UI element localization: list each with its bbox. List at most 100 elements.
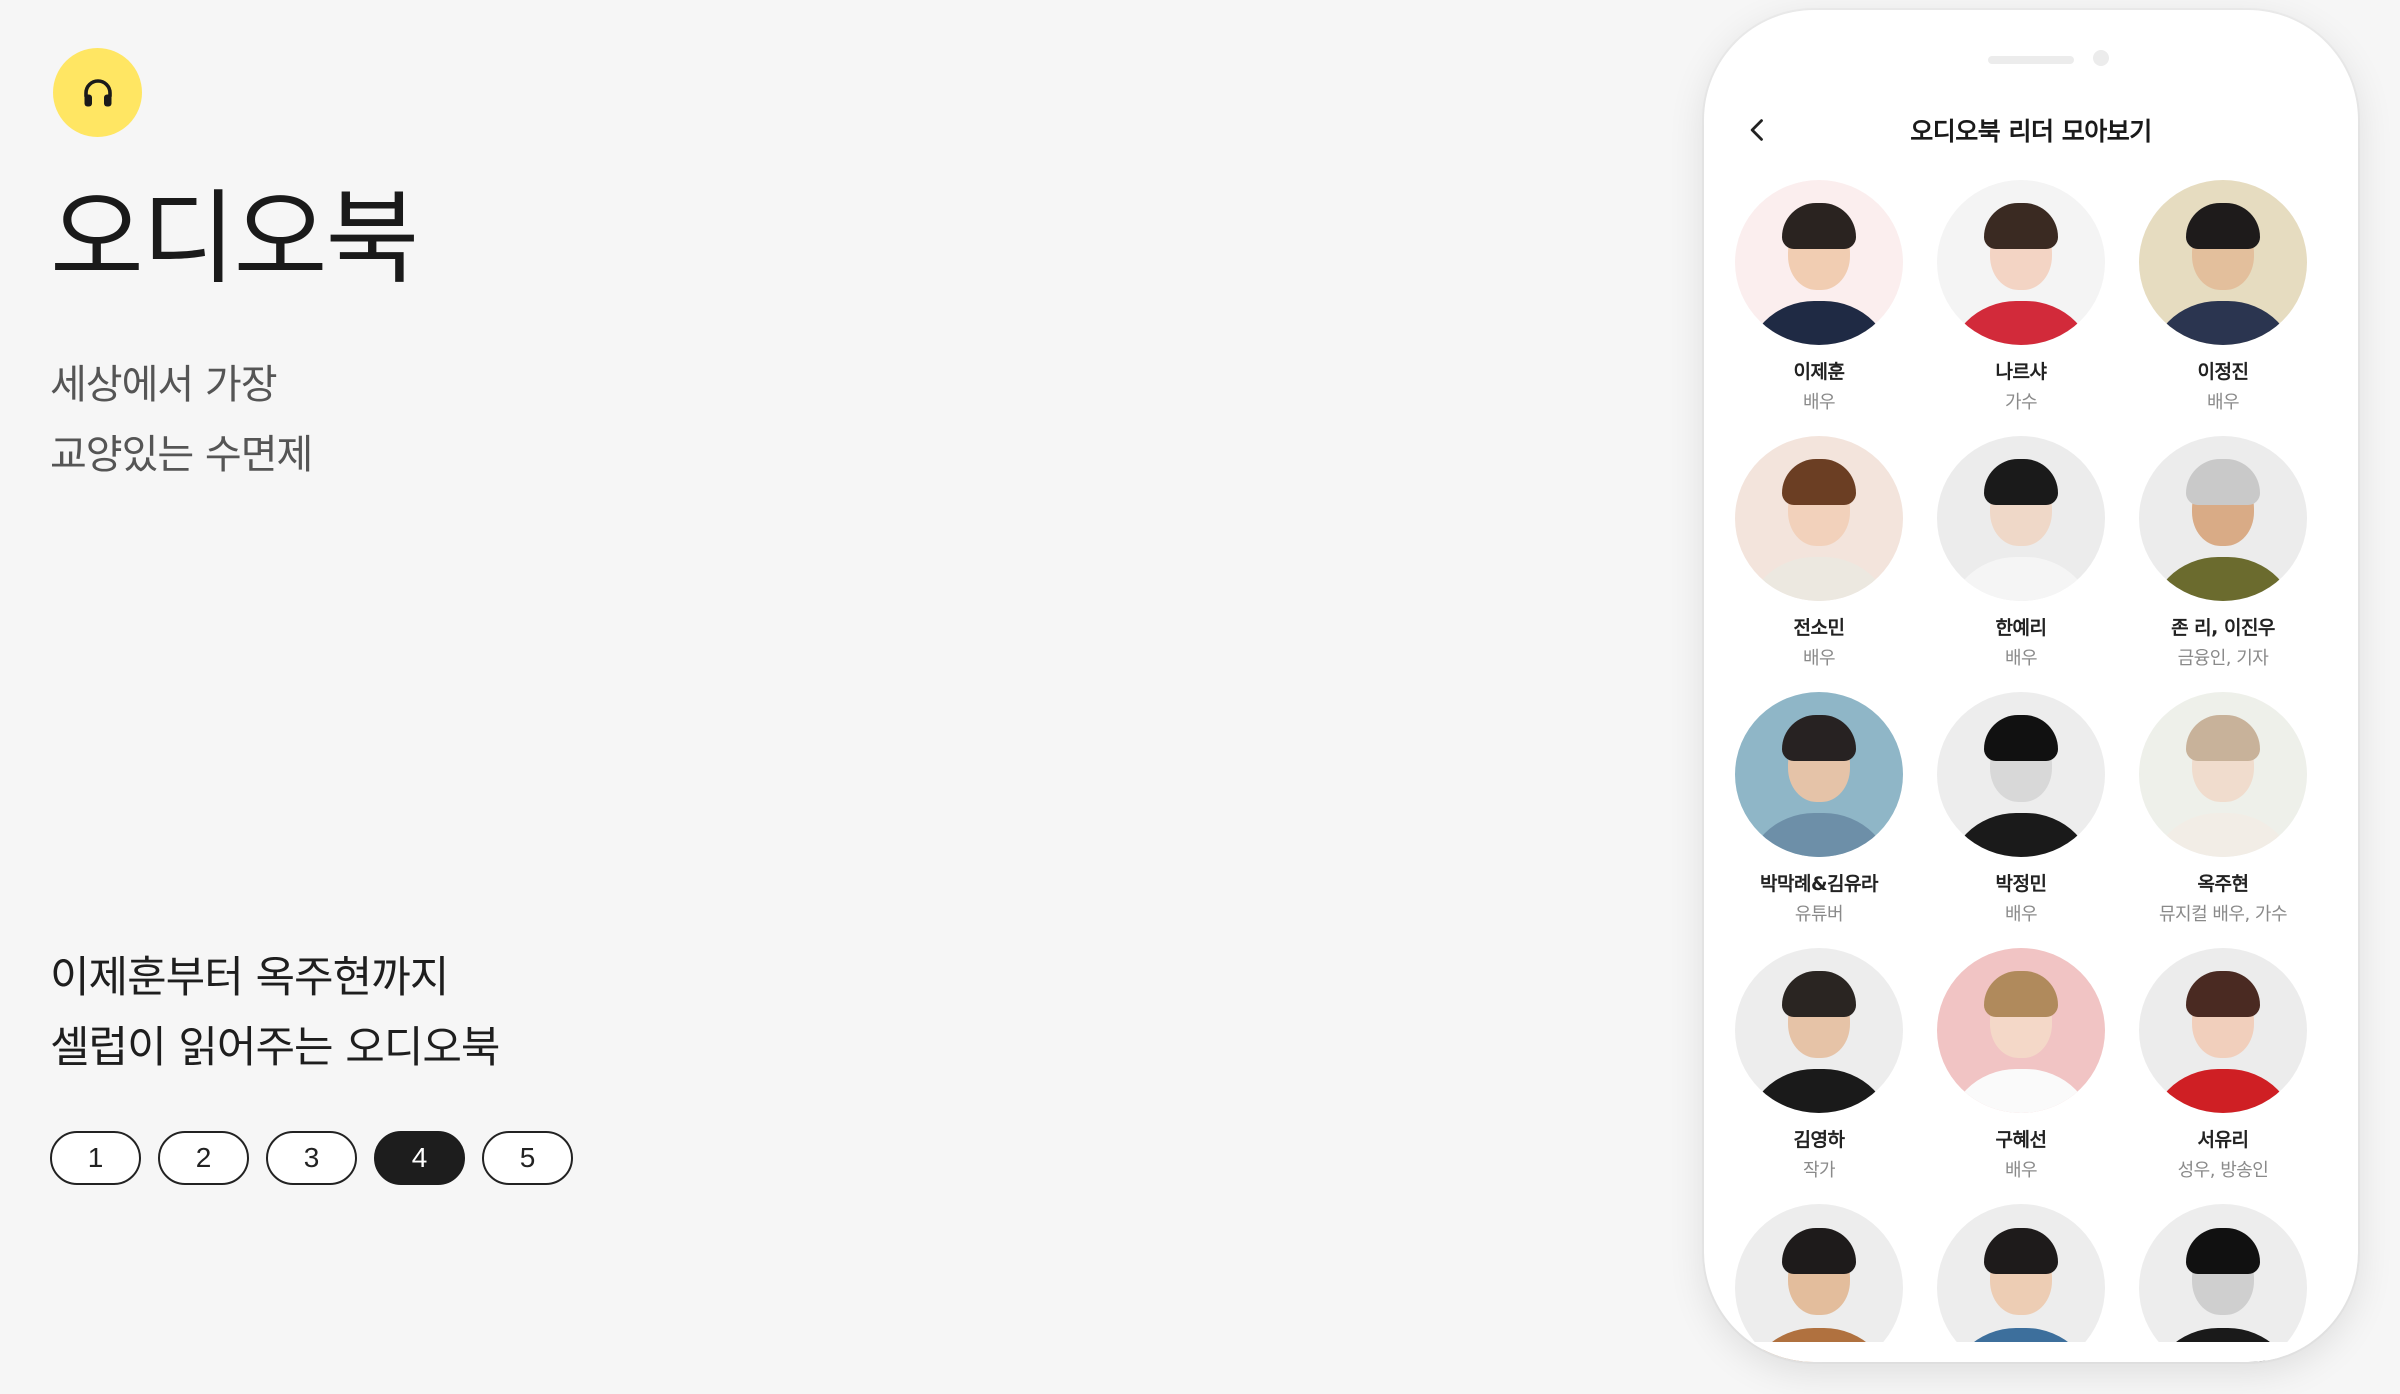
promo-text: 이제훈부터 옥주현까지 셀럽이 읽어주는 오디오북 (50, 943, 500, 1083)
reader-name: 옥주현 (2197, 873, 2249, 895)
avatar-body-shape (1744, 557, 1894, 601)
reader-avatar (1735, 180, 1903, 345)
avatar-body-shape (1744, 813, 1894, 857)
reader-name: 박막례&김유라 (1760, 873, 1878, 895)
phone-title: 오디오북 리더 모아보기 (1910, 117, 2152, 146)
avatar-body-shape (1946, 301, 2096, 345)
reader-grid: 이제훈 배우 나르샤 가수 이정진 배우 전소민 배우 한예리 배우 존 리, 이진우 금융인, 기자… (1734, 180, 2328, 1362)
avatar-hair-shape (2186, 203, 2260, 250)
subtitle: 세상에서 가장 교양있는 수면제 (50, 350, 313, 490)
avatar-hair-shape (2186, 1227, 2260, 1274)
reader-avatar (1735, 692, 1903, 857)
reader-card[interactable]: 옥주현 뮤지컬 배우, 가수 (2138, 692, 2308, 926)
avatar-hair-shape (2186, 715, 2260, 762)
reader-avatar (1735, 436, 1903, 601)
reader-avatar (1937, 1204, 2105, 1362)
reader-card[interactable]: 박정민배우 (1936, 692, 2106, 926)
avatar-body-shape (1946, 813, 2096, 857)
reader-card[interactable]: 박막례&김유라유튜버 (1734, 692, 1904, 926)
reader-card[interactable]: 전소민배우 (1734, 436, 1904, 670)
promo-line: 셀럽이 읽어주는 오디오북 (50, 1023, 500, 1073)
reader-avatar (1937, 180, 2105, 345)
reader-name: 구혜선 (1995, 1129, 2047, 1151)
page-button-3[interactable]: 3 (266, 1131, 357, 1185)
avatar-hair-shape (1984, 1227, 2058, 1274)
avatar-hair-shape (2186, 971, 2260, 1018)
avatar-hair-shape (1782, 203, 1856, 250)
avatar-body-shape (1744, 1069, 1894, 1113)
reader-name: 나르샤 (1995, 361, 2047, 383)
reader-avatar (2139, 180, 2307, 345)
phone-header: 오디오북 리더 모아보기 (1704, 98, 2358, 162)
reader-avatar (1937, 692, 2105, 857)
reader-name: 김영하 (1793, 1129, 1845, 1151)
avatar-hair-shape (1782, 971, 1856, 1018)
reader-name: 한예리 (1995, 617, 2047, 639)
reader-card[interactable]: 존 리, 이진우금융인, 기자 (2138, 436, 2308, 670)
page-button-4[interactable]: 4 (374, 1131, 465, 1185)
reader-role: 금융인, 기자 (2177, 648, 2269, 669)
reader-role: 배우 (2206, 392, 2240, 413)
avatar-body-shape (2148, 301, 2298, 345)
reader-card[interactable]: 김영하작가 (1734, 948, 1904, 1182)
reader-name: 이정진 (2197, 361, 2249, 383)
reader-role: 배우 (1802, 648, 1836, 669)
reader-role: 가수 (2004, 392, 2038, 413)
page-button-5[interactable]: 5 (482, 1131, 573, 1185)
reader-avatar (2139, 436, 2307, 601)
reader-card[interactable]: 이정진배우 (2138, 180, 2308, 414)
avatar-hair-shape (1782, 1227, 1856, 1274)
avatar-hair-shape (1984, 203, 2058, 250)
reader-role: 배우 (2004, 904, 2038, 925)
reader-name: 존 리, 이진우 (2171, 617, 2275, 639)
reader-role: 배우 (1802, 392, 1836, 413)
reader-role: 유튜버 (1794, 904, 1844, 925)
avatar-body-shape (2148, 813, 2298, 857)
reader-card[interactable]: 한예리배우 (1936, 436, 2106, 670)
reader-name: 박정민 (1995, 873, 2047, 895)
reader-role: 배우 (2004, 648, 2038, 669)
reader-avatar (2139, 1204, 2307, 1362)
reader-card[interactable]: 서유리성우, 방송인 (2138, 948, 2308, 1182)
reader-card[interactable]: 나르샤가수 (1936, 180, 2106, 414)
reader-avatar (1937, 436, 2105, 601)
avatar-body-shape (1744, 301, 1894, 345)
reader-card[interactable] (1936, 1204, 2106, 1362)
phone-camera (2093, 50, 2109, 66)
reader-role: 작가 (1802, 1160, 1836, 1181)
reader-card[interactable] (1734, 1204, 1904, 1362)
page-title: 오디오북 (50, 180, 419, 299)
reader-avatar (2139, 692, 2307, 857)
reader-role: 성우, 방송인 (2177, 1160, 2269, 1181)
audiobook-badge (53, 48, 142, 137)
reader-avatar (1735, 948, 1903, 1113)
subtitle-line: 세상에서 가장 (50, 362, 278, 408)
intro-panel: 오디오북 세상에서 가장 교양있는 수면제 이제훈부터 옥주현까지 셀럽이 읽어… (0, 0, 1600, 1394)
screen-bottom-edge (1704, 1342, 2358, 1362)
avatar-hair-shape (1782, 459, 1856, 506)
subtitle-line: 교양있는 수면제 (50, 432, 313, 478)
avatar-body-shape (2148, 557, 2298, 601)
reader-card[interactable] (2138, 1204, 2308, 1362)
reader-name: 이제훈 (1793, 361, 1845, 383)
avatar-hair-shape (1782, 715, 1856, 762)
reader-avatar (1937, 948, 2105, 1113)
avatar-hair-shape (2186, 459, 2260, 506)
promo-line: 이제훈부터 옥주현까지 (50, 953, 449, 1003)
headphones-icon (83, 78, 112, 106)
page-button-1[interactable]: 1 (50, 1131, 141, 1185)
page-button-2[interactable]: 2 (158, 1131, 249, 1185)
reader-avatar (1735, 1204, 1903, 1362)
avatar-hair-shape (1984, 715, 2058, 762)
avatar-hair-shape (1984, 971, 2058, 1018)
avatar-body-shape (2148, 1069, 2298, 1113)
avatar-body-shape (1946, 1069, 2096, 1113)
reader-name: 서유리 (2197, 1129, 2249, 1151)
reader-card[interactable]: 이제훈배우 (1734, 180, 1904, 414)
slide-pager: 1 2 3 4 5 (50, 1131, 573, 1185)
phone-mockup: 오디오북 리더 모아보기 이제훈 배우 나르샤 가수 이정진 배우 전소민 배우 한예리 배우 존 … (1704, 10, 2358, 1362)
reader-role: 배우 (2004, 1160, 2038, 1181)
avatar-hair-shape (1984, 459, 2058, 506)
reader-name: 전소민 (1793, 617, 1845, 639)
reader-card[interactable]: 구혜선배우 (1936, 948, 2106, 1182)
